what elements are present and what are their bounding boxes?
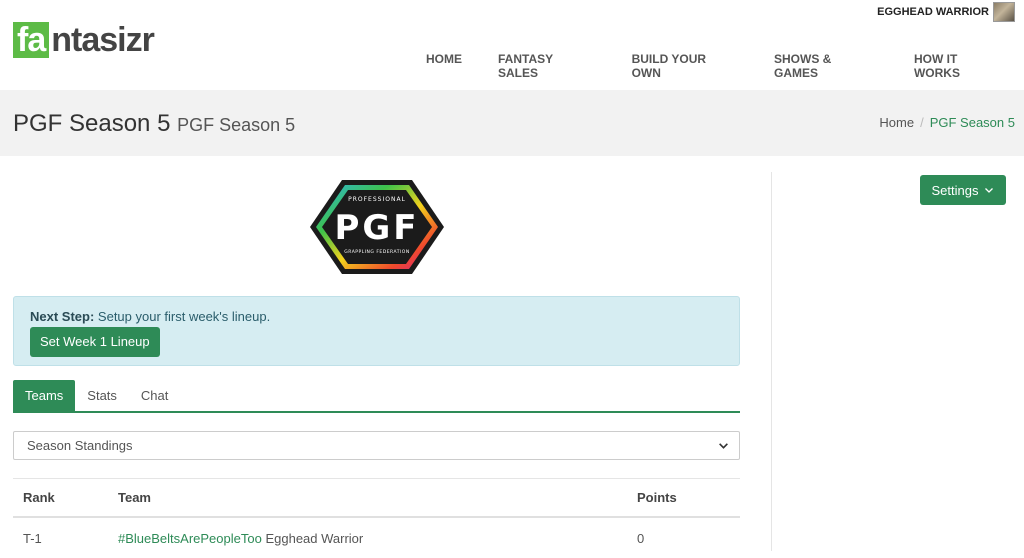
tab-chat[interactable]: Chat bbox=[129, 380, 180, 411]
user-menu[interactable]: EGGHEAD WARRIOR bbox=[877, 2, 1015, 22]
alert-label: Next Step: bbox=[30, 309, 95, 324]
sidebar-divider bbox=[771, 172, 772, 551]
standings-select-value: Season Standings bbox=[27, 438, 133, 453]
row-points: 0 bbox=[637, 530, 645, 546]
league-tabs: Teams Stats Chat bbox=[13, 380, 740, 413]
settings-button[interactable]: Settings bbox=[920, 175, 1006, 205]
user-avatar[interactable] bbox=[993, 2, 1015, 22]
chevron-down-icon bbox=[719, 443, 728, 449]
team-owner: Egghead Warrior bbox=[265, 530, 364, 546]
table-row: T-1 #BlueBeltsArePeopleToo Egghead Warri… bbox=[13, 518, 740, 558]
set-week-lineup-button[interactable]: Set Week 1 Lineup bbox=[30, 327, 160, 357]
next-step-alert: Next Step: Setup your first week's lineu… bbox=[13, 296, 740, 366]
badge-top-text: PROFESSIONAL bbox=[348, 196, 406, 203]
row-rank: T-1 bbox=[23, 530, 42, 546]
logo-highlight: fa bbox=[13, 22, 50, 58]
breadcrumb: Home / PGF Season 5 bbox=[879, 115, 1015, 130]
team-link[interactable]: #BlueBeltsArePeopleToo bbox=[118, 531, 262, 546]
page-title-text: PGF Season 5 bbox=[13, 110, 171, 137]
nav-build-your-own[interactable]: BUILD YOUR OWN bbox=[614, 52, 756, 80]
table-header: Rank Team Points bbox=[13, 478, 740, 518]
nav-how-it-works[interactable]: HOW IT WORKS bbox=[896, 52, 1024, 80]
row-team: #BlueBeltsArePeopleToo Egghead Warrior bbox=[118, 531, 637, 546]
logo-text: ntasizr bbox=[51, 21, 155, 59]
standings-select[interactable]: Season Standings bbox=[13, 431, 740, 460]
nav-shows-games[interactable]: SHOWS & GAMES bbox=[756, 52, 896, 80]
page-subtitle: PGF Season 5 bbox=[177, 115, 296, 135]
header-rank[interactable]: Rank bbox=[13, 490, 118, 505]
fantasizr-logo[interactable]: fa ntasizr bbox=[13, 21, 155, 59]
nav-fantasy-sales[interactable]: FANTASY SALES bbox=[480, 52, 614, 80]
nav-home[interactable]: HOME bbox=[408, 52, 480, 80]
title-band: PGF Season 5 PGF Season 5 Home / PGF Seaso… bbox=[0, 90, 1024, 156]
standings-table: Rank Team Points T-1 #BlueBeltsArePeople… bbox=[13, 478, 740, 558]
main-nav: HOME FANTASY SALES BUILD YOUR OWN SHOWS … bbox=[408, 52, 1024, 80]
pgf-badge-graphic: PROFESSIONAL PGF GRAPPLING FEDERATION bbox=[310, 180, 444, 274]
header-team[interactable]: Team bbox=[118, 490, 637, 505]
badge-main-text: PGF bbox=[334, 208, 419, 248]
user-name[interactable]: EGGHEAD WARRIOR bbox=[877, 6, 989, 18]
alert-text: Setup your first week's lineup. bbox=[97, 309, 271, 324]
breadcrumb-current: PGF Season 5 bbox=[929, 115, 1015, 130]
chevron-down-icon bbox=[985, 188, 994, 193]
breadcrumb-home[interactable]: Home bbox=[879, 115, 914, 130]
tab-stats[interactable]: Stats bbox=[75, 380, 129, 411]
top-header: fa ntasizr EGGHEAD WARRIOR HOME FANTASY … bbox=[0, 0, 1024, 90]
pgf-logo: PROFESSIONAL PGF GRAPPLING FEDERATION bbox=[308, 178, 446, 276]
alert-message: Next Step: Setup your first week's lineu… bbox=[30, 309, 270, 324]
header-points[interactable]: Points bbox=[637, 490, 740, 505]
breadcrumb-separator: / bbox=[920, 115, 924, 130]
badge-bottom-text: GRAPPLING FEDERATION bbox=[344, 249, 409, 255]
settings-label: Settings bbox=[931, 182, 979, 198]
page-title: PGF Season 5 PGF Season 5 bbox=[13, 110, 295, 138]
tab-teams[interactable]: Teams bbox=[13, 380, 76, 411]
